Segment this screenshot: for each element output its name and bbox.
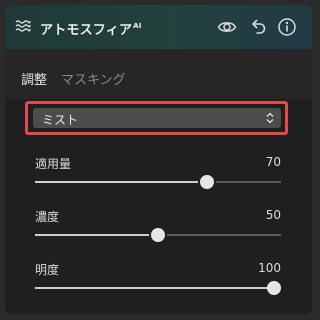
slider-label: 明度: [35, 263, 60, 277]
info-icon[interactable]: [277, 17, 297, 37]
panel-title: アトモスフィアAI: [40, 22, 142, 38]
ai-badge: AI: [133, 22, 142, 30]
slider-track[interactable]: [35, 181, 281, 183]
tab-adjust[interactable]: 調整: [21, 69, 47, 88]
slider-thumb[interactable]: [267, 281, 281, 295]
slider-value[interactable]: 50: [266, 208, 281, 222]
panel-header: アトモスフィアAI: [5, 5, 312, 49]
slider-value[interactable]: 100: [258, 261, 281, 275]
undo-icon[interactable]: [248, 17, 268, 37]
chevron-updown-icon: [266, 112, 274, 124]
adjust-content: ミスト 適用量 70 濃度 50 明度 100: [5, 99, 312, 314]
tab-masking[interactable]: マスキング: [61, 69, 126, 88]
slider-thumb[interactable]: [151, 228, 165, 242]
preset-dropdown[interactable]: ミスト: [33, 108, 281, 128]
slider-label: 濃度: [35, 210, 60, 224]
eye-icon[interactable]: [217, 17, 237, 37]
slider-track[interactable]: [35, 287, 281, 289]
tab-bar: 調整 マスキング: [5, 49, 312, 99]
waves-icon: [15, 20, 31, 32]
atmosphere-panel: アトモスフィアAI 調整 マスキング ミスト 適用量 70 濃度 50 明度 1…: [5, 5, 312, 314]
slider-value[interactable]: 70: [266, 155, 281, 169]
slider-label: 適用量: [35, 157, 72, 171]
slider-thumb[interactable]: [200, 175, 215, 189]
preset-dropdown-value: ミスト: [42, 113, 79, 127]
